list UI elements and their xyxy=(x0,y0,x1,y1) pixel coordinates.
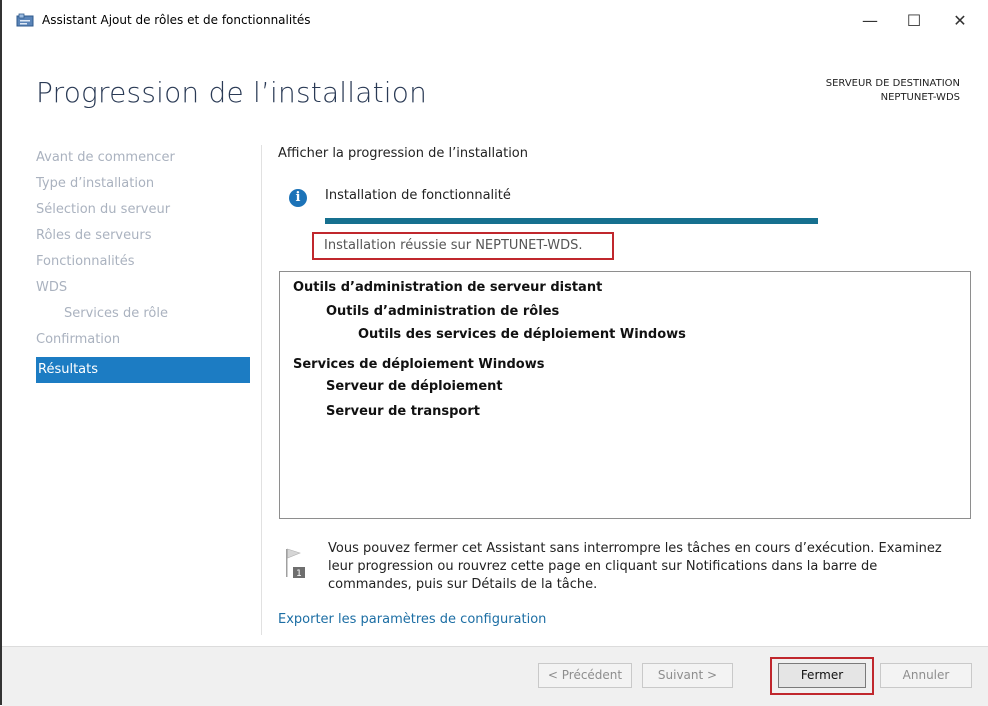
maximize-icon: ☐ xyxy=(906,10,922,30)
window-left-border xyxy=(0,0,2,705)
page-title: Progression de l’installation xyxy=(36,76,428,109)
minimize-icon: — xyxy=(862,10,878,30)
close-button[interactable]: Fermer xyxy=(778,663,866,688)
step-server-roles: Rôles de serveurs xyxy=(36,228,152,243)
cancel-button[interactable]: Annuler xyxy=(880,663,972,688)
minimize-button[interactable]: — xyxy=(850,6,890,34)
export-configuration-link[interactable]: Exporter les paramètres de configuration xyxy=(278,612,546,627)
result-item: Outils d’administration de serveur dista… xyxy=(293,280,603,295)
result-item: Services de déploiement Windows xyxy=(293,357,545,372)
notification-flag-icon: 1 xyxy=(286,548,305,579)
step-role-services: Services de rôle xyxy=(64,306,168,321)
result-item: Outils d’administration de rôles xyxy=(326,304,560,319)
step-before-you-begin: Avant de commencer xyxy=(36,150,175,165)
next-button[interactable]: Suivant > xyxy=(642,663,733,688)
progress-fill xyxy=(325,218,818,224)
destination-server-name: NEPTUNET-WDS xyxy=(880,92,960,103)
step-wds: WDS xyxy=(36,280,68,295)
status-title: Installation de fonctionnalité xyxy=(325,188,511,203)
title-bar: Assistant Ajout de rôles et de fonctionn… xyxy=(2,0,988,40)
wizard-steps: Avant de commencer Type d’installation S… xyxy=(36,145,250,383)
destination-server: SERVEUR DE DESTINATION NEPTUNET-WDS xyxy=(826,77,960,105)
progress-bar xyxy=(325,218,818,224)
sidebar-divider xyxy=(261,145,262,635)
step-confirmation: Confirmation xyxy=(36,332,121,347)
window-title: Assistant Ajout de rôles et de fonctionn… xyxy=(42,13,311,27)
svg-text:1: 1 xyxy=(296,569,302,579)
step-server-selection: Sélection du serveur xyxy=(36,202,171,217)
result-item: Serveur de transport xyxy=(326,404,480,419)
close-icon: ✕ xyxy=(953,10,967,30)
success-message: Installation réussie sur NEPTUNET-WDS. xyxy=(324,238,583,253)
step-features: Fonctionnalités xyxy=(36,254,135,269)
result-item: Outils des services de déploiement Windo… xyxy=(358,327,686,342)
wizard-footer: < Précédent Suivant > Fermer Annuler xyxy=(2,646,988,706)
step-results[interactable]: Résultats xyxy=(36,357,250,383)
result-item: Serveur de déploiement xyxy=(326,379,503,394)
close-window-button[interactable]: ✕ xyxy=(940,6,980,34)
step-installation-type: Type d’installation xyxy=(36,176,155,191)
section-heading: Afficher la progression de l’installatio… xyxy=(278,146,528,161)
destination-label: SERVEUR DE DESTINATION xyxy=(825,78,960,89)
maximize-button[interactable]: ☐ xyxy=(894,6,934,34)
server-manager-icon xyxy=(16,13,34,27)
close-wizard-note: Vous pouvez fermer cet Assistant sans in… xyxy=(328,541,942,592)
results-list: Outils d’administration de serveur dista… xyxy=(279,271,971,519)
previous-button[interactable]: < Précédent xyxy=(538,663,632,688)
info-icon: i xyxy=(289,189,307,207)
